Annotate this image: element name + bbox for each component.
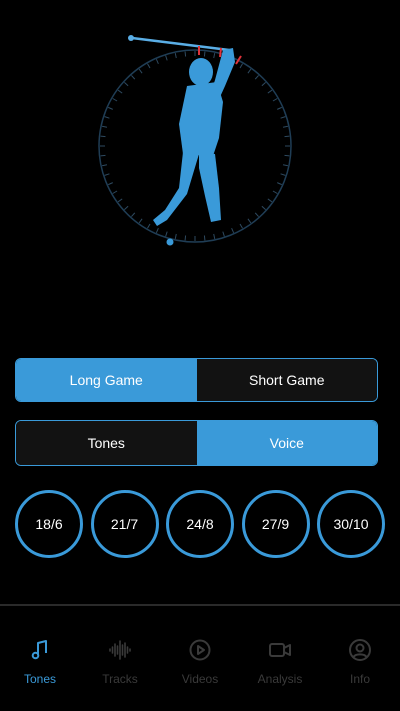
dial-tick [203,51,206,57]
dial-tick [222,231,225,237]
bottom-tab-bar: Tones Tracks Videos Analysis Info [0,606,400,711]
tones-button[interactable]: Tones [16,421,197,465]
dial-tick [131,75,136,80]
dial-tick [284,154,290,157]
tab-label: Tones [23,672,57,686]
voice-button[interactable]: Voice [196,421,377,465]
dial-tick [247,218,252,224]
dial-tick [108,182,113,186]
dial-tick [101,125,108,128]
dial-tick [280,116,286,119]
dial-tick [272,190,278,194]
dial-tick [213,233,216,240]
golfer-swing-graphic [98,35,292,246]
dial-tick [100,135,106,138]
dial-tick [247,68,252,74]
dial-tick [147,223,151,229]
dial-tick [261,205,266,210]
dial-tick [267,89,273,94]
tab-label: Analysis [257,672,303,686]
tab-label: Tracks [102,672,138,686]
dial-tick [277,106,282,110]
dial-tick [138,68,143,74]
waveform-icon [109,640,131,660]
dial-tick [101,164,108,167]
dial-tick [104,173,110,176]
dial-tick [231,228,235,233]
dial-tick [213,52,216,59]
club-head [128,35,134,41]
dial-tick [203,235,206,241]
dial-tick [254,75,259,80]
dial-start-dot [166,238,174,246]
dial-tick [261,82,266,87]
dial-tick [254,212,259,217]
music-note-icon [31,640,47,660]
dial-tick [138,218,143,224]
dial-tick [155,59,159,64]
dial-tick [124,82,129,87]
dial-tick [100,154,106,157]
dial-tick [165,55,168,61]
dial-tick [184,51,187,57]
golfer-silhouette [153,48,235,226]
dial-tick [155,228,159,233]
tab-videos[interactable]: Videos [160,606,240,711]
tempo-button-18-6[interactable]: 18/6 [15,490,83,558]
dial-tick [282,164,289,167]
dial-tick [174,233,177,240]
dial-tick [112,190,118,194]
dial-tick [165,231,168,237]
game-type-toggle: Long Game Short Game [15,358,378,402]
tab-analysis[interactable]: Analysis [240,606,320,711]
tab-tracks[interactable]: Tracks [80,606,160,711]
dial-tick [131,212,136,217]
user-circle-icon [349,639,371,661]
tempo-button-27-9[interactable]: 27/9 [241,490,310,558]
tab-tones[interactable]: Tones [0,606,80,711]
dial-tick [277,182,282,186]
dial-tick [117,89,123,94]
dial-tick [184,235,187,241]
dial-tick [282,125,289,128]
dial-tick [104,116,110,119]
tab-info[interactable]: Info [320,606,400,711]
dial-tick [117,198,123,203]
play-circle-icon [189,639,211,661]
dial-tick [112,98,118,102]
tempo-button-24-8[interactable]: 24/8 [166,490,234,558]
dial-tick [239,63,243,69]
dial-tick [280,173,286,176]
app-screen: Long Game Short Game Tones Voice 18/6 21… [0,0,400,711]
tempo-marker [219,47,222,58]
tab-label: Info [349,672,370,686]
tab-label: Videos [181,672,219,686]
dial-tick [108,106,113,110]
club-shaft [130,36,231,52]
short-game-button[interactable]: Short Game [196,359,377,401]
tempo-button-21-7[interactable]: 21/7 [90,490,159,558]
video-camera-icon [269,643,291,657]
dial-tick [267,198,273,203]
dial-tick [174,52,177,59]
long-game-button[interactable]: Long Game [16,359,197,401]
dial-tick [239,223,243,229]
tempo-button-30-10[interactable]: 30/10 [317,490,385,558]
audio-mode-toggle: Tones Voice [15,420,378,466]
dial-tick [124,205,129,210]
tempo-selector: 18/6 21/7 24/8 27/9 30/10 [15,490,385,558]
dial-tick [272,98,278,102]
dial-tick [147,63,151,69]
dial-tick [284,135,290,138]
